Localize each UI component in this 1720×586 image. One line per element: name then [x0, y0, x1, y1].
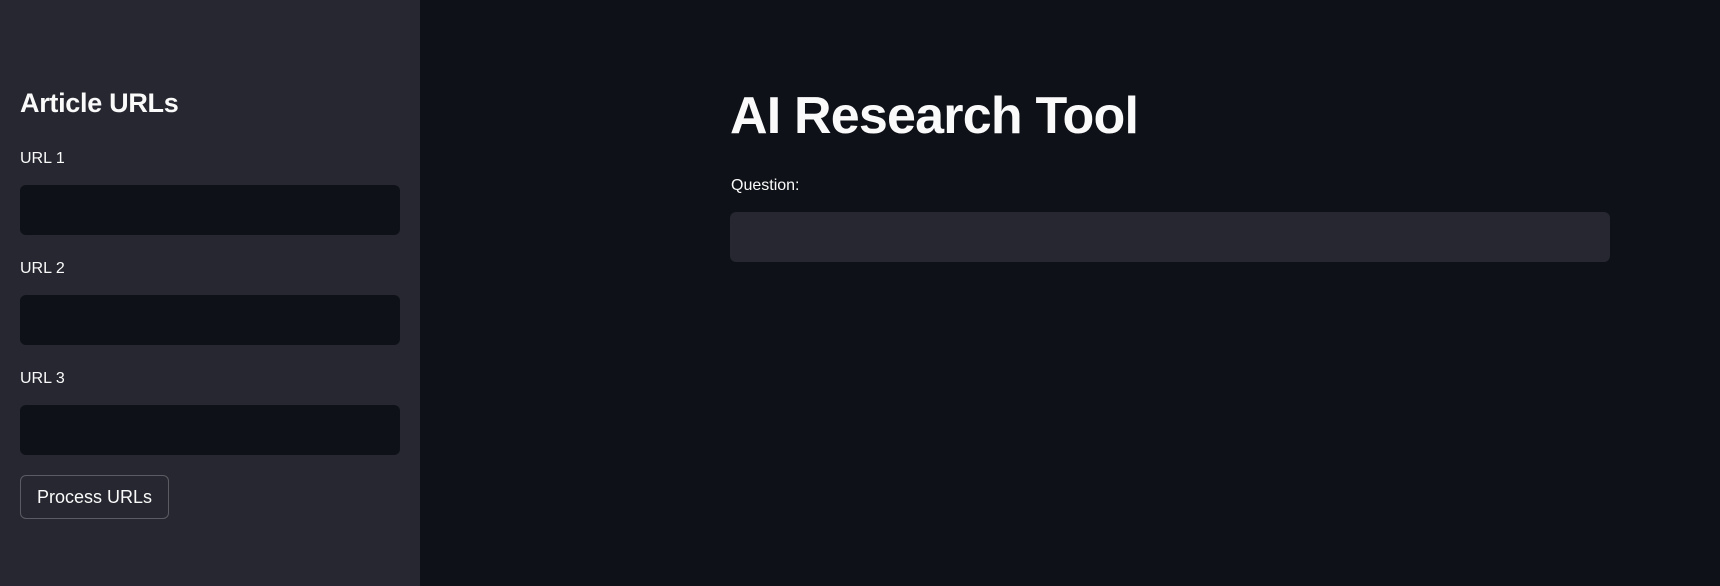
- url-2-input[interactable]: [20, 295, 400, 345]
- question-label: Question:: [731, 177, 800, 194]
- url-2-label: URL 2: [20, 260, 65, 277]
- sidebar-title: Article URLs: [20, 88, 179, 118]
- sidebar: Article URLs URL 1 URL 2 URL 3 Process U…: [0, 0, 420, 586]
- url-3-input[interactable]: [20, 405, 400, 455]
- page-title: AI Research Tool: [730, 87, 1139, 145]
- url-1-input[interactable]: [20, 185, 400, 235]
- url-3-label: URL 3: [20, 370, 65, 387]
- question-input[interactable]: [730, 212, 1610, 262]
- url-1-label: URL 1: [20, 150, 65, 167]
- app-window: Article URLs URL 1 URL 2 URL 3 Process U…: [0, 0, 1720, 586]
- main-content: AI Research Tool Question:: [420, 0, 1720, 586]
- process-urls-button[interactable]: Process URLs: [20, 475, 170, 519]
